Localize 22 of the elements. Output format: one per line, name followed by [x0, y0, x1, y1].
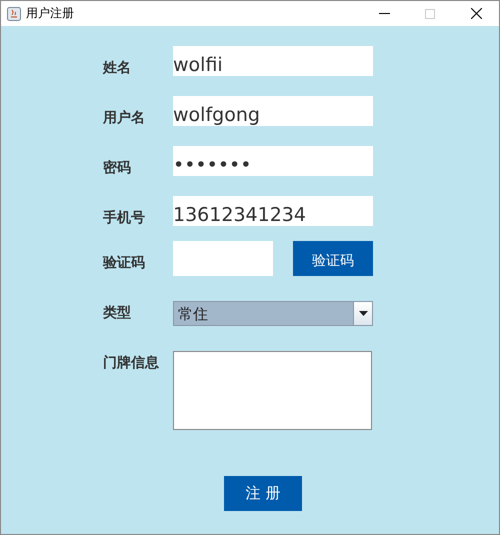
- register-button[interactable]: 注 册: [224, 476, 302, 511]
- field-label: 类型: [103, 304, 132, 322]
- field-label: 姓名: [103, 59, 132, 77]
- caret-icon: [358, 311, 368, 316]
- type-dropdown[interactable]: 常住: [173, 301, 373, 326]
- close-icon[interactable]: [470, 8, 482, 19]
- code-button[interactable]: 验证码: [293, 241, 373, 276]
- input-field[interactable]: 13612341234: [173, 196, 373, 226]
- input-field[interactable]: •••••••: [173, 146, 373, 176]
- field-label: 门牌信息: [103, 354, 160, 372]
- field-label: 密码: [103, 159, 132, 177]
- dropdown-value: 常住: [177, 304, 209, 325]
- minimize-icon[interactable]: [378, 13, 390, 14]
- field-label: 验证码: [103, 254, 146, 272]
- text-area[interactable]: [173, 351, 372, 430]
- input-field[interactable]: wolfgong: [173, 96, 373, 126]
- field-label: 用户名: [103, 109, 146, 127]
- input-field[interactable]: wolfii: [173, 46, 373, 76]
- app-icon: [7, 6, 21, 20]
- field-label: 手机号: [103, 209, 146, 227]
- window-title: 用户注册: [26, 5, 75, 22]
- input-field[interactable]: [173, 241, 273, 276]
